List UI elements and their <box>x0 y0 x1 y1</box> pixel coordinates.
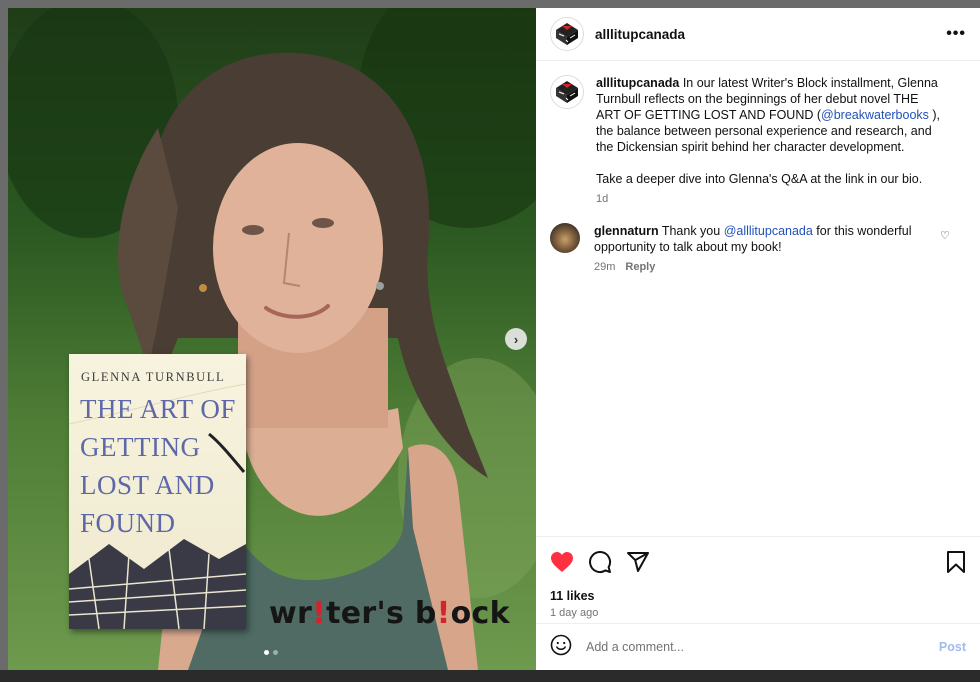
reply-button[interactable]: Reply <box>625 261 655 273</box>
more-options-icon[interactable]: ••• <box>946 25 966 43</box>
background-strip <box>0 670 980 682</box>
emoji-icon[interactable] <box>550 634 572 661</box>
comment-icon[interactable] <box>588 550 612 574</box>
brand-accent: ! <box>312 596 327 631</box>
share-icon[interactable] <box>626 550 650 574</box>
caption-mention-link[interactable]: @breakwaterbooks <box>821 108 929 122</box>
post-header: alllitupcanada ••• <box>536 8 980 61</box>
header-username[interactable]: alllitupcanada <box>595 27 946 42</box>
post-side-panel: alllitupcanada ••• alllitupcanada In our… <box>536 8 980 670</box>
book-title: THE ART OF GETTING LOST AND FOUND <box>80 394 236 538</box>
bookmark-icon[interactable] <box>946 550 966 574</box>
brand-part: wr <box>269 596 313 631</box>
carousel-dot-active <box>264 650 269 655</box>
like-comment-icon[interactable]: ♡ <box>940 223 950 273</box>
caption-body: Take a deeper dive into Glenna's Q&A at … <box>596 172 923 186</box>
book-cover: GLENNA TURNBULL THE ART OF GETTING LOST … <box>69 354 246 629</box>
chevron-right-icon: › <box>513 331 519 347</box>
add-comment-bar: Add a comment... Post <box>536 623 980 670</box>
brand-part: ter's b <box>326 596 437 631</box>
caption: alllitupcanada In our latest Writer's Bl… <box>550 75 966 205</box>
caption-text: alllitupcanada In our latest Writer's Bl… <box>596 75 944 187</box>
action-icons <box>550 545 966 579</box>
caption-username[interactable]: alllitupcanada <box>596 76 679 90</box>
next-slide-button[interactable]: › <box>505 328 527 350</box>
like-heart-icon[interactable] <box>550 551 574 573</box>
comment-username[interactable]: glennaturn <box>594 224 659 238</box>
comment-body: Thank you <box>658 224 724 238</box>
comment-item: glennaturn Thank you @alllitupcanada for… <box>550 223 966 273</box>
comment-mention-link[interactable]: @alllitupcanada <box>724 224 813 238</box>
alllitup-logo-icon <box>556 23 578 45</box>
post-date: 1 day ago <box>550 607 599 619</box>
book-author: GLENNA TURNBULL <box>81 370 226 384</box>
alllitup-logo-icon <box>556 81 578 103</box>
post-comment-button[interactable]: Post <box>939 640 966 654</box>
comment-time[interactable]: 29m <box>594 261 615 273</box>
profile-avatar[interactable] <box>550 17 584 51</box>
comment-input[interactable]: Add a comment... <box>586 640 939 654</box>
post-modal: GLENNA TURNBULL THE ART OF GETTING LOST … <box>8 8 980 670</box>
comment-meta: 29m Reply <box>594 261 934 273</box>
brand-part: ock <box>450 596 510 631</box>
comments-list: alllitupcanada In our latest Writer's Bl… <box>536 61 980 273</box>
post-actions: 11 likes 1 day ago <box>536 536 980 619</box>
writers-block-logo: wr!ter's b!ock <box>269 596 510 631</box>
brand-accent: ! <box>436 596 451 631</box>
like-count[interactable]: 11 likes <box>550 589 966 603</box>
post-media[interactable]: GLENNA TURNBULL THE ART OF GETTING LOST … <box>8 8 536 670</box>
carousel-dots <box>264 650 278 655</box>
comment-text: glennaturn Thank you @alllitupcanada for… <box>594 223 934 255</box>
caption-avatar[interactable] <box>550 75 584 109</box>
caption-timestamp[interactable]: 1d <box>596 193 944 205</box>
carousel-dot <box>273 650 278 655</box>
commenter-avatar[interactable] <box>550 223 580 253</box>
